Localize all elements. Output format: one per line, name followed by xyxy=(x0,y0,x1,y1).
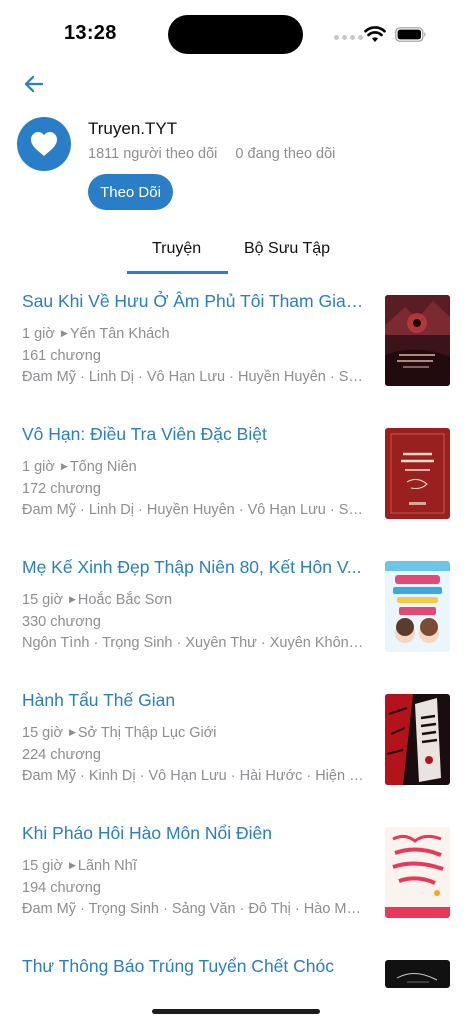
story-cover-image[interactable] xyxy=(385,428,450,519)
play-triangle-icon: ▶ xyxy=(68,594,76,604)
story-item[interactable]: Vô Hạn: Điều Tra Viên Đặc Biệt 1 giờ ▶ Tốn… xyxy=(0,411,471,543)
battery-icon xyxy=(395,27,426,42)
cellular-signal-icon xyxy=(334,35,363,40)
followers-count[interactable]: 1811 người theo dõi xyxy=(88,146,217,162)
story-tags: Đam Mỹ · Kinh Dị · Vô Hạn Lưu · Hài Hước… xyxy=(22,768,367,784)
story-meta: 15 giờ ▶ Sở Thị Thập Lục Giới xyxy=(22,725,216,741)
story-tags: Đam Mỹ · Linh Dị · Vô Hạn Lưu · Huyền Hu… xyxy=(22,369,367,385)
story-meta: 1 giờ ▶ Yến Tân Khách xyxy=(22,326,170,342)
story-title[interactable]: Mẹ Kế Xinh Đẹp Thập Niên 80, Kết Hôn V..… xyxy=(22,557,367,578)
back-arrow-icon[interactable] xyxy=(22,72,46,96)
story-meta: 1 giờ ▶ Tống Niên xyxy=(22,459,137,475)
story-cover-image[interactable] xyxy=(385,561,450,652)
story-item[interactable]: Hành Tẩu Thế Gian 15 giờ ▶ Sở Thị Thập Lục… xyxy=(0,677,471,809)
story-chapters: 194 chương xyxy=(22,880,101,896)
story-tags: Đam Mỹ · Trọng Sinh · Sảng Văn · Đô Thị … xyxy=(22,901,367,917)
story-meta: 15 giờ ▶ Hoắc Bắc Sơn xyxy=(22,592,172,608)
story-author: Lãnh Nhĩ xyxy=(77,858,137,874)
story-item[interactable]: Khi Pháo Hôi Hào Môn Nổi Điên 15 giờ ▶ Lãn… xyxy=(0,810,471,942)
follow-button[interactable]: Theo Dõi xyxy=(88,174,173,210)
story-chapters: 161 chương xyxy=(22,348,101,364)
story-item[interactable]: Sau Khi Về Hưu Ở Âm Phủ Tôi Tham Gia T..… xyxy=(0,278,471,410)
profile-stats: 1811 người theo dõi 0 đang theo dõi xyxy=(88,146,335,162)
story-chapters: 172 chương xyxy=(22,481,101,497)
story-cover-image[interactable] xyxy=(385,295,450,386)
play-triangle-icon: ▶ xyxy=(68,727,76,737)
play-triangle-icon: ▶ xyxy=(60,461,68,471)
dynamic-island xyxy=(168,15,303,54)
story-time: 1 giờ xyxy=(22,326,55,342)
story-title[interactable]: Khi Pháo Hôi Hào Môn Nổi Điên xyxy=(22,823,367,844)
story-tags: Đam Mỹ · Linh Dị · Huyền Huyễn · Vô Hạn … xyxy=(22,502,367,518)
tab-collection[interactable]: Bộ Sưu Tập xyxy=(244,240,330,258)
story-title[interactable]: Hành Tẩu Thế Gian xyxy=(22,690,367,711)
following-count[interactable]: 0 đang theo dõi xyxy=(235,146,335,162)
story-cover-image[interactable] xyxy=(385,827,450,918)
story-time: 15 giờ xyxy=(22,592,63,608)
story-chapters: 330 chương xyxy=(22,614,101,630)
tab-bar: Truyện Bộ Sưu Tập xyxy=(0,232,471,276)
heart-logo-icon xyxy=(31,132,57,156)
play-triangle-icon: ▶ xyxy=(68,860,76,870)
story-meta: 15 giờ ▶ Lãnh Nhĩ xyxy=(22,858,137,874)
avatar xyxy=(17,117,71,171)
story-chapters: 224 chương xyxy=(22,747,101,763)
story-title[interactable]: Sau Khi Về Hưu Ở Âm Phủ Tôi Tham Gia T..… xyxy=(22,291,367,312)
story-title[interactable]: Thư Thông Báo Trúng Tuyển Chết Chóc xyxy=(22,956,367,977)
home-indicator[interactable] xyxy=(152,1009,320,1014)
profile-name: Truyen.TYT xyxy=(88,119,178,138)
story-time: 15 giờ xyxy=(22,725,63,741)
story-title[interactable]: Vô Hạn: Điều Tra Viên Đặc Biệt xyxy=(22,424,367,445)
story-author: Yến Tân Khách xyxy=(69,326,170,342)
status-bar: 13:28 xyxy=(0,0,471,60)
story-time: 1 giờ xyxy=(22,459,55,475)
story-author: Tống Niên xyxy=(69,459,137,475)
story-time: 15 giờ xyxy=(22,858,63,874)
active-tab-indicator xyxy=(127,271,228,274)
story-item[interactable]: Mẹ Kế Xinh Đẹp Thập Niên 80, Kết Hôn V..… xyxy=(0,544,471,676)
wifi-icon xyxy=(364,26,386,42)
story-cover-image[interactable] xyxy=(385,694,450,785)
story-author: Sở Thị Thập Lục Giới xyxy=(77,725,217,741)
status-time: 13:28 xyxy=(64,22,117,44)
story-tags: Ngôn Tình · Trọng Sinh · Xuyên Thư · Xuy… xyxy=(22,635,367,651)
story-cover-image[interactable] xyxy=(385,960,450,988)
story-author: Hoắc Bắc Sơn xyxy=(77,592,173,608)
play-triangle-icon: ▶ xyxy=(60,328,68,338)
tab-stories[interactable]: Truyện xyxy=(152,240,201,258)
